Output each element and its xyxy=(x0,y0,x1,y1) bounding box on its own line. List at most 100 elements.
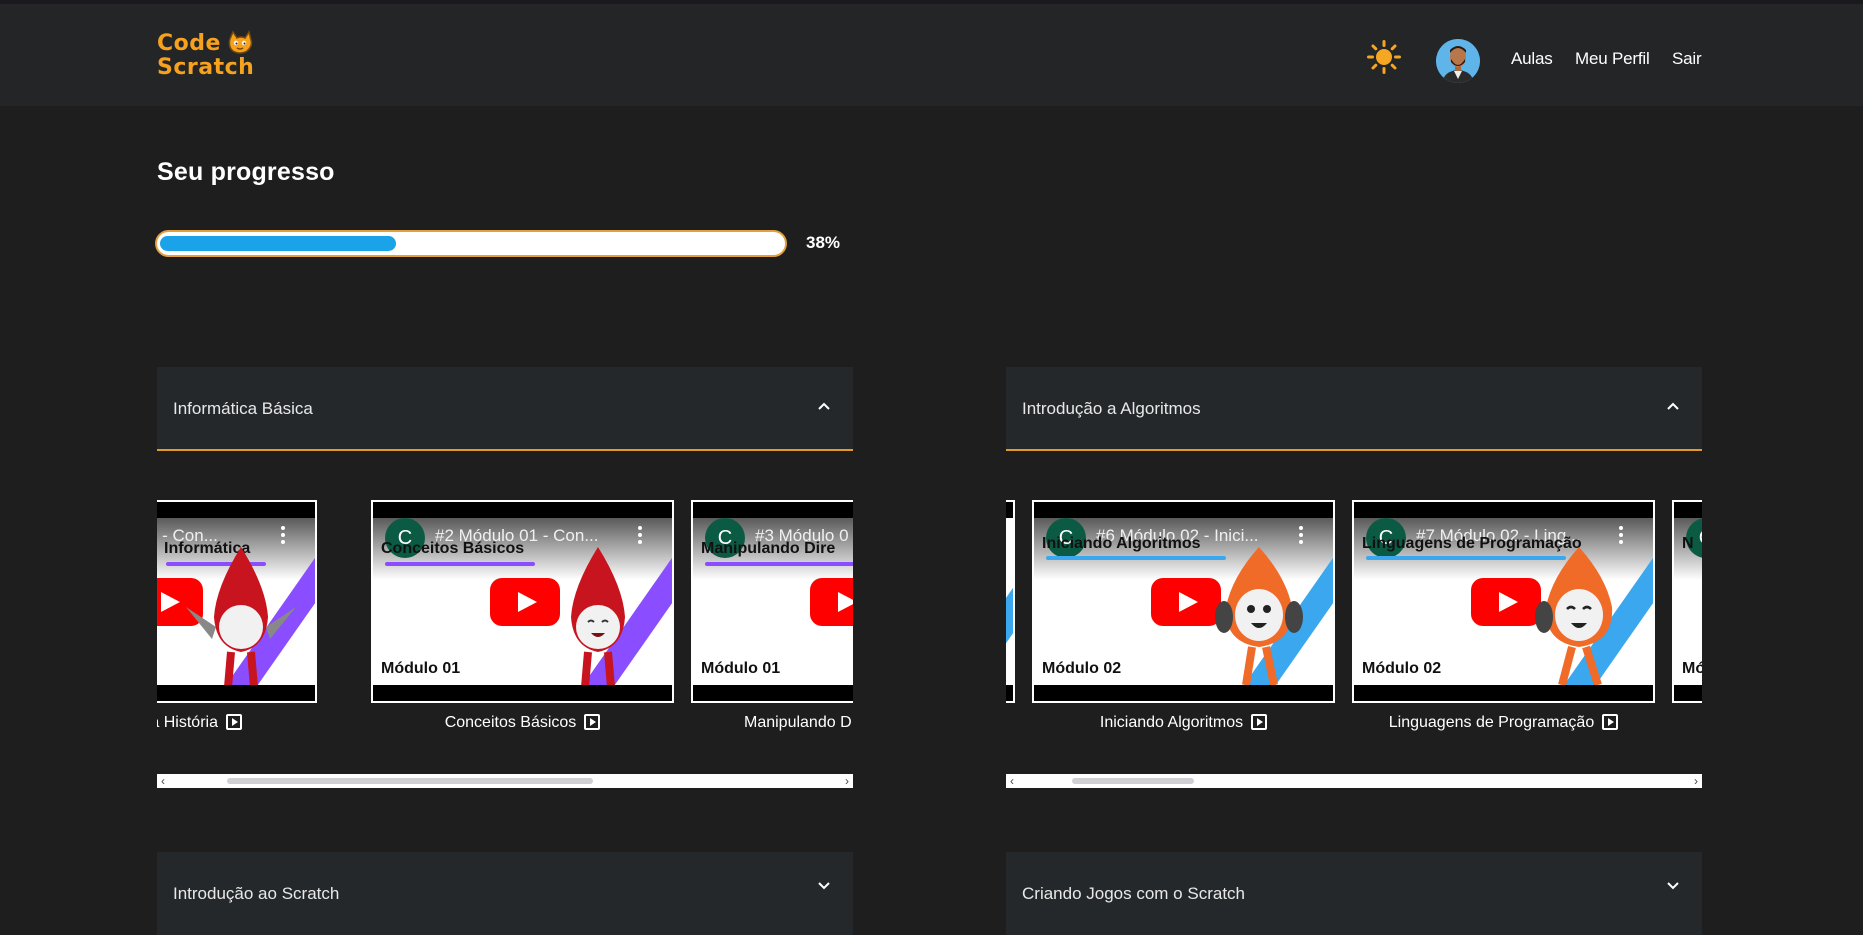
thumbnail-bottom-bar xyxy=(1674,685,1702,701)
chevron-up-icon xyxy=(818,402,830,410)
section-title: Introdução ao Scratch xyxy=(173,884,340,903)
section-title: Introdução a Algoritmos xyxy=(1022,399,1201,418)
thumbnail-top-bar xyxy=(1354,502,1653,518)
video-carousel-informatica: ...ódulo 01 - Con... Informática ...cend… xyxy=(157,500,853,790)
thumbnail-top-bar xyxy=(157,502,315,518)
thumbnail-bottom-bar xyxy=(693,685,853,701)
video-subtitle: Iniciando Algoritmos xyxy=(1042,535,1201,552)
scroll-right-icon[interactable]: › xyxy=(1694,774,1698,788)
thumbnail-top-bar xyxy=(373,502,672,518)
thumbnail-bottom-bar xyxy=(1354,685,1653,701)
user-avatar[interactable] xyxy=(1436,39,1480,83)
caption-text: Conceitos Básicos xyxy=(444,714,577,731)
video-thumbnail[interactable]: C #2 Módulo 01 - Con... Conceitos Básico… xyxy=(371,500,674,703)
thumbnail-bottom-bar xyxy=(157,685,315,701)
video-card: ...ódulo 01 - Con... Informática ...cend… xyxy=(157,500,317,731)
video-caption[interactable]: Manipulando D xyxy=(744,714,853,732)
play-square-icon xyxy=(584,714,601,730)
video-card: C N Mó xyxy=(1672,500,1702,703)
scroll-left-icon[interactable]: ‹ xyxy=(1010,774,1014,788)
video-caption[interactable]: Conceitos Básicos xyxy=(371,714,674,732)
progress-bar xyxy=(155,230,787,257)
video-card: C #6 Módulo 02 - Inici... Iniciando Algo… xyxy=(1032,500,1335,731)
scroll-left-icon[interactable]: ‹ xyxy=(161,774,165,788)
thumbnail-top-bar xyxy=(1674,502,1702,518)
thumbnail-stripe xyxy=(1006,530,1013,694)
thumbnail-top-bar xyxy=(693,502,853,518)
avatar-icon xyxy=(1436,39,1480,83)
thumbnail-bottom-bar xyxy=(373,685,672,701)
video-caption[interactable]: Iniciando Algoritmos xyxy=(1032,714,1335,732)
caption-text: Iniciando Algoritmos xyxy=(1099,714,1244,731)
video-caption[interactable]: Linguagens de Programação xyxy=(1352,714,1655,732)
play-square-icon xyxy=(225,714,242,730)
scrollbar-thumb[interactable] xyxy=(227,778,593,784)
red-mascot-icon xyxy=(571,547,625,687)
orange-mascot-icon xyxy=(1215,547,1303,686)
video-carousel-algoritmos: C #6 Módulo 02 - Inici... Iniciando Algo… xyxy=(1006,500,1702,790)
module-label: Módulo 01 xyxy=(381,660,461,677)
progress-bar-fill xyxy=(160,236,396,251)
nav-link-sair[interactable]: Sair xyxy=(1672,49,1702,69)
video-subtitle: Manipulando Dire xyxy=(701,540,836,557)
scrollbar-thumb[interactable] xyxy=(1072,778,1194,784)
caption-text: Manipulando D xyxy=(744,714,852,731)
video-card: C #7 Módulo 02 - Ling... Linguagens de P… xyxy=(1352,500,1655,731)
horizontal-scrollbar[interactable]: ‹ › xyxy=(1006,774,1702,788)
more-options-icon[interactable] xyxy=(1619,526,1623,547)
code-scratch-logo[interactable]: Code Scratch xyxy=(157,30,267,84)
video-card xyxy=(1006,500,1015,703)
play-square-icon xyxy=(1602,714,1619,730)
progress-percent: 38% xyxy=(806,233,841,252)
top-navbar: Code Scratch Aulas Meu Perfil Sair xyxy=(0,4,1863,106)
chevron-down-icon xyxy=(1667,882,1679,890)
thumbnail-top-bar xyxy=(1006,502,1013,518)
more-options-icon[interactable] xyxy=(638,526,642,547)
carousel-viewport: ...ódulo 01 - Con... Informática ...cend… xyxy=(157,500,853,750)
module-label: Módulo 02 xyxy=(1362,660,1442,677)
nav-link-aulas[interactable]: Aulas xyxy=(1511,49,1553,69)
subtitle-underline xyxy=(385,562,535,566)
logo-text-scratch: Scratch xyxy=(157,55,255,80)
section-title: Criando Jogos com o Scratch xyxy=(1022,884,1245,903)
cat-logo-icon xyxy=(228,30,253,54)
module-label: Módulo 01 xyxy=(701,660,781,677)
video-thumbnail[interactable] xyxy=(1006,500,1015,703)
caption-text: Linguagens de Programação xyxy=(1388,714,1595,731)
chevron-up-icon xyxy=(1667,402,1679,410)
orange-mascot-icon xyxy=(1535,547,1613,687)
video-card: C #3 Módulo 0 Manipulando Dire Módulo 01… xyxy=(691,500,853,731)
video-thumbnail[interactable]: C N Mó xyxy=(1672,500,1702,703)
video-thumbnail[interactable]: C #6 Módulo 02 - Inici... Iniciando Algo… xyxy=(1032,500,1335,703)
accordion-header[interactable]: Informática Básica xyxy=(157,367,853,451)
video-card: C #2 Módulo 01 - Con... Conceitos Básico… xyxy=(371,500,674,731)
video-thumbnail[interactable]: C #7 Módulo 02 - Ling... Linguagens de P… xyxy=(1352,500,1655,703)
more-options-icon[interactable] xyxy=(1299,526,1303,547)
nav-link-meu-perfil[interactable]: Meu Perfil xyxy=(1575,49,1650,69)
accordion-header[interactable]: Criando Jogos com o Scratch xyxy=(1006,852,1702,935)
carousel-viewport: C #6 Módulo 02 - Inici... Iniciando Algo… xyxy=(1006,500,1702,750)
accordion-header[interactable]: Introdução ao Scratch xyxy=(157,852,853,935)
logo-text-code: Code xyxy=(157,31,221,56)
red-mascot-icon xyxy=(186,547,296,687)
module-label: Mó xyxy=(1682,660,1702,677)
more-options-icon[interactable] xyxy=(281,526,285,547)
video-thumbnail[interactable]: ...ódulo 01 - Con... Informática xyxy=(157,500,317,703)
thumbnail-bottom-bar xyxy=(1034,685,1333,701)
chevron-down-icon xyxy=(818,882,830,890)
caption-text: ...cendo a História xyxy=(157,714,218,731)
accordion-header[interactable]: Introdução a Algoritmos xyxy=(1006,367,1702,451)
module-label: Módulo 02 xyxy=(1042,660,1122,677)
subtitle-underline xyxy=(705,562,853,566)
scroll-right-icon[interactable]: › xyxy=(845,774,849,788)
thumbnail-top-bar xyxy=(1034,502,1333,518)
video-thumbnail[interactable]: C #3 Módulo 0 Manipulando Dire Módulo 01 xyxy=(691,500,853,703)
youtube-play-icon[interactable] xyxy=(810,578,853,626)
sun-icon[interactable] xyxy=(1367,40,1401,74)
thumbnail-bottom-bar xyxy=(1006,685,1013,701)
play-square-icon xyxy=(1251,714,1268,730)
video-subtitle: N xyxy=(1682,535,1694,552)
horizontal-scrollbar[interactable]: ‹ › xyxy=(157,774,853,788)
section-title: Informática Básica xyxy=(173,399,313,418)
video-caption[interactable]: ...cendo a História xyxy=(157,714,317,732)
